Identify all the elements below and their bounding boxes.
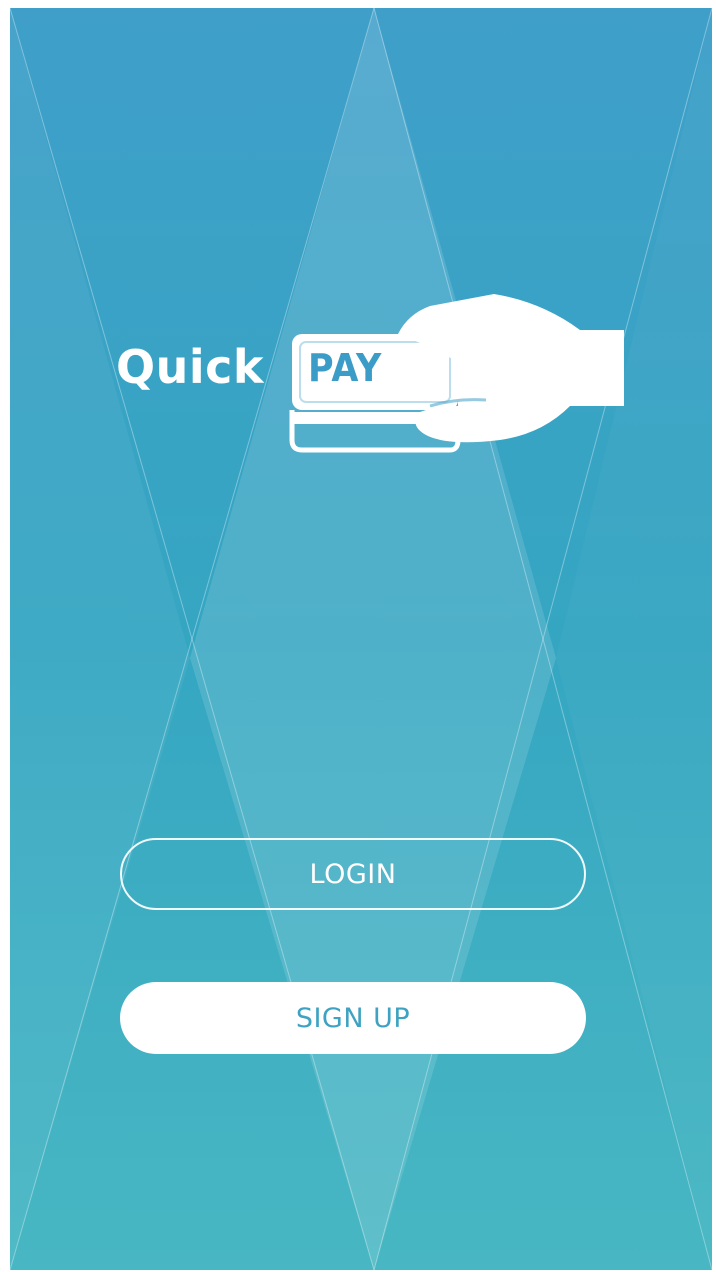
signup-button[interactable]: SIGN UP (120, 982, 586, 1054)
logo-quick-text: Quick (116, 340, 264, 394)
welcome-screen: Quick PAY LOGIN SIGN UP (10, 8, 712, 1270)
logo-pay-text: PAY (308, 346, 383, 390)
background-pattern (10, 8, 712, 1270)
quickpay-logo: Quick PAY (116, 294, 626, 464)
login-button[interactable]: LOGIN (120, 838, 586, 910)
login-button-label: LOGIN (309, 858, 397, 890)
signup-button-label: SIGN UP (295, 1002, 411, 1034)
